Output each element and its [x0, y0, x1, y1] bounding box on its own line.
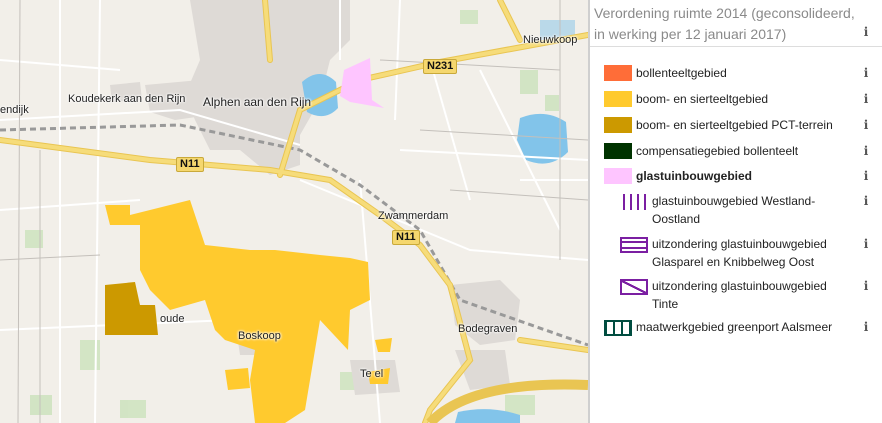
legend-swatch — [620, 279, 648, 295]
place-label-endijk: endijk — [0, 104, 29, 116]
place-label-koudekerk: Koudekerk aan den Rijn — [68, 93, 186, 105]
legend-swatch — [604, 168, 632, 184]
legend-item-label: boom- en sierteeltgebied — [636, 92, 769, 106]
info-icon[interactable]: i — [859, 66, 873, 80]
legend-swatch — [604, 117, 632, 133]
legend-item-label: glastuinbouwgebied Westland-Oostland — [652, 194, 816, 226]
legend-item-label: compensatiegebied bollenteelt — [636, 144, 799, 158]
place-label-alphen: Alphen aan den Rijn — [203, 95, 312, 109]
place-label-bodegraven: Bodegraven — [458, 323, 518, 335]
info-icon[interactable]: i — [859, 320, 873, 334]
info-icon[interactable]: i — [859, 237, 873, 251]
legend-item-label: bollenteeltgebied — [636, 66, 727, 80]
legend-header: Verordening ruimte 2014 (geconsolideerd,… — [590, 0, 882, 47]
info-icon[interactable]: i — [859, 194, 873, 208]
place-label-boskoop: Boskoop — [238, 330, 281, 342]
legend-title: Verordening ruimte 2014 (geconsolideerd,… — [594, 5, 855, 42]
legend-swatch — [620, 237, 648, 253]
info-icon[interactable]: i — [859, 118, 873, 132]
map-view[interactable]: Nieuwkoop Koudekerk aan den Rijn Alphen … — [0, 0, 588, 423]
map-canvas[interactable] — [0, 0, 588, 423]
road-shield-n231: N231 — [423, 59, 458, 74]
legend-swatch — [604, 320, 632, 336]
glastuinbouw-area — [340, 58, 384, 108]
info-icon[interactable]: i — [859, 144, 873, 158]
info-icon[interactable]: i — [859, 279, 873, 293]
legend-item-label: boom- en sierteeltgebied PCT-terrein — [636, 118, 833, 132]
place-label-oude: oude — [160, 313, 185, 325]
legend-panel: Verordening ruimte 2014 (geconsolideerd,… — [590, 0, 882, 423]
info-icon[interactable]: i — [859, 25, 873, 39]
legend-swatch — [604, 143, 632, 159]
info-icon[interactable]: i — [859, 92, 873, 106]
info-icon[interactable]: i — [859, 169, 873, 183]
place-label-tempel: Te el — [360, 368, 384, 380]
legend-item-label: uitzondering glastuinbouwgebied Tinte — [652, 279, 827, 311]
legend-item-label: uitzondering glastuinbouwgebied Glaspare… — [652, 237, 827, 269]
legend-swatch — [604, 91, 632, 107]
legend-swatch — [604, 65, 632, 81]
road-shield-n11-west: N11 — [176, 157, 204, 172]
legend-swatch — [620, 194, 648, 210]
road-shield-n11-east: N11 — [392, 230, 420, 245]
place-label-zwammerdam: Zwammerdam — [378, 210, 449, 222]
legend-item-label: maatwerkgebied greenport Aalsmeer — [636, 320, 833, 334]
place-label-nieuwkoop: Nieuwkoop — [523, 34, 578, 46]
legend-item-label: glastuinbouwgebied — [636, 169, 752, 183]
